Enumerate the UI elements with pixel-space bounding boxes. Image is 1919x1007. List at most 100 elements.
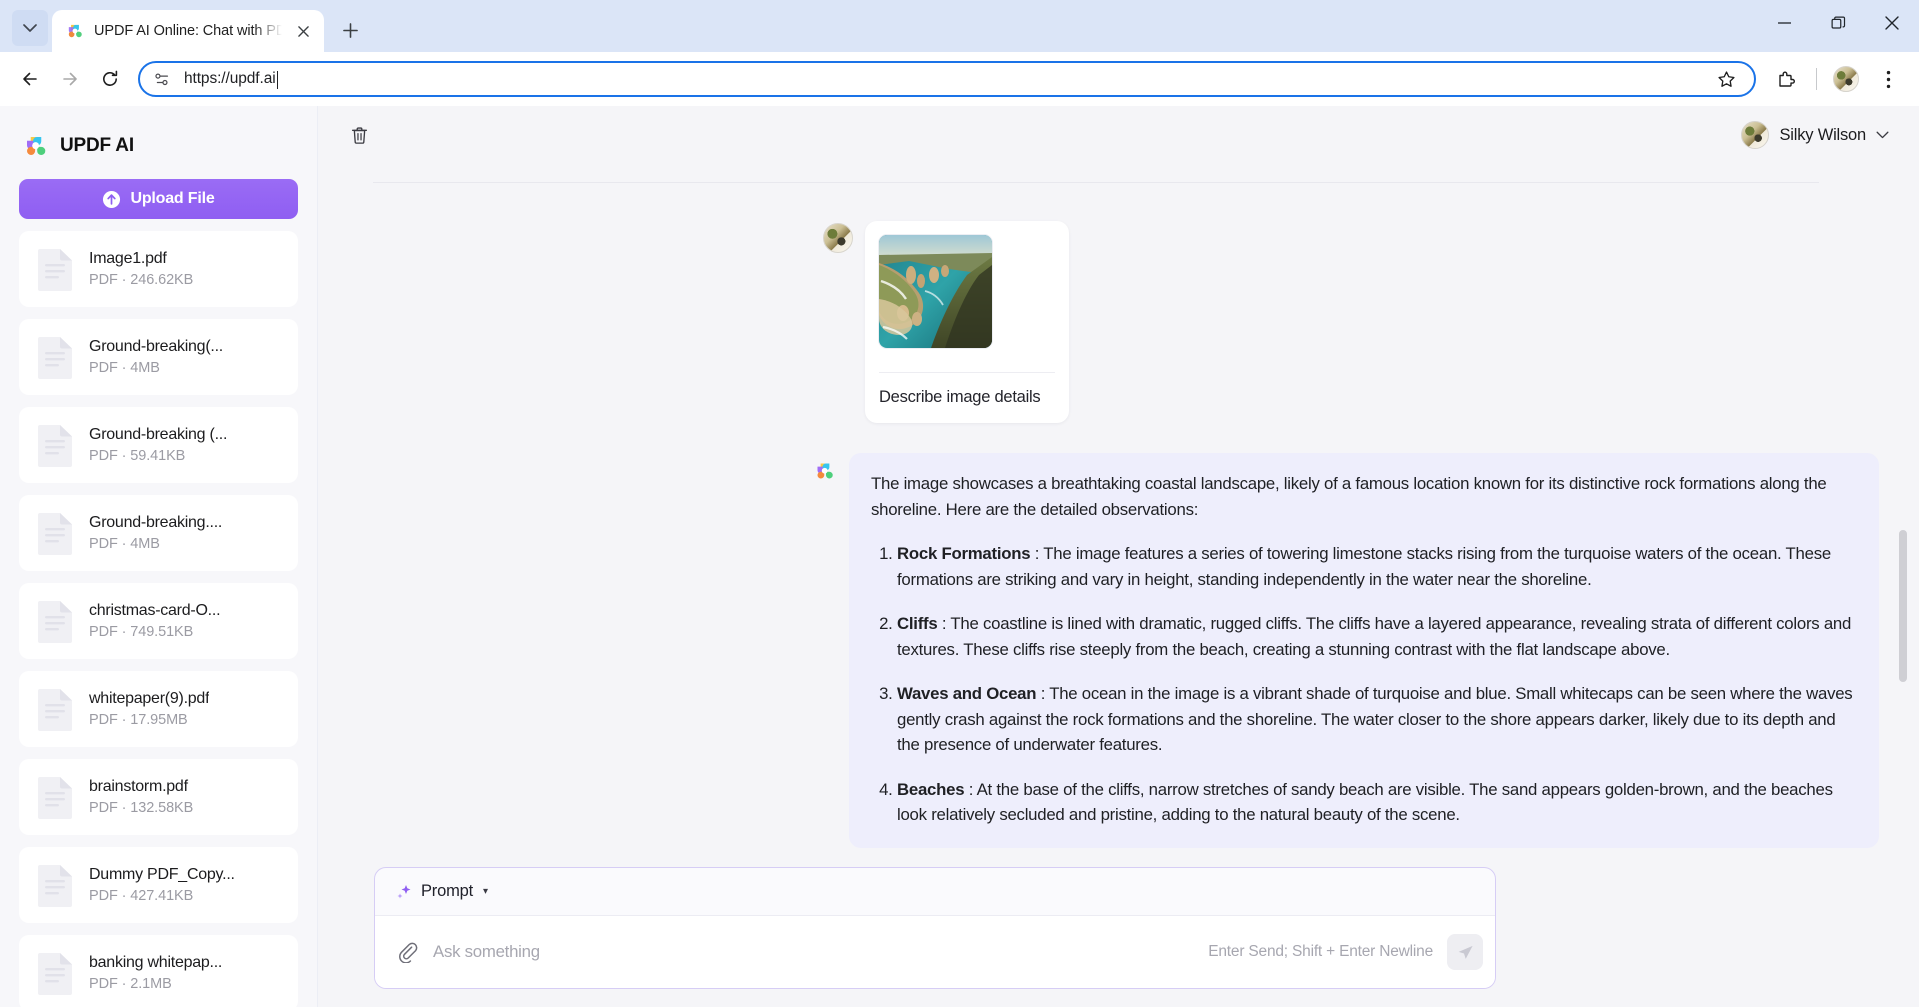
file-list-item[interactable]: Dummy PDF_Copy...PDF · 427.41KB [19, 847, 298, 923]
chat-scroll-area[interactable]: Describe image details [318, 158, 1919, 867]
ai-message: The image showcases a breathtaking coast… [318, 423, 1879, 848]
site-settings-icon[interactable] [152, 69, 172, 89]
brand: UPDF AI [0, 118, 317, 162]
file-meta: whitepaper(9).pdf PDF · 17.95MB [89, 690, 209, 728]
send-button[interactable] [1447, 934, 1483, 970]
file-meta: banking whitepap...PDF · 2.1MB [89, 954, 222, 992]
back-arrow-icon[interactable] [12, 61, 48, 97]
updf-logo-icon [24, 134, 48, 158]
file-name: whitepaper(9).pdf [89, 690, 209, 708]
file-meta: christmas-card-O...PDF · 749.51KB [89, 602, 220, 640]
ai-observation-title: Cliffs [897, 614, 937, 633]
page-body: UPDF AI Upload File Image1.pdfPDF · 246.… [0, 106, 1919, 1007]
reload-icon[interactable] [92, 61, 128, 97]
three-dot-menu-icon[interactable] [1869, 60, 1907, 98]
user-menu[interactable]: Silky Wilson [1737, 117, 1893, 153]
chat-scrollbar[interactable] [1899, 530, 1907, 682]
pdf-file-icon [35, 774, 75, 820]
sparkle-icon [395, 883, 413, 901]
pdf-file-icon [35, 598, 75, 644]
sidebar: UPDF AI Upload File Image1.pdfPDF · 246.… [0, 106, 318, 1007]
composer-area: Prompt ▾ Enter Send; Shift + Enter Newli… [318, 867, 1919, 1007]
ai-observation-item: Waves and Ocean : The ocean in the image… [897, 681, 1857, 758]
file-meta: Ground-breaking(...PDF · 4MB [89, 338, 223, 376]
avatar [1741, 121, 1769, 149]
file-list-item[interactable]: Ground-breaking(...PDF · 4MB [19, 319, 298, 395]
prompt-dropdown[interactable]: Prompt ▾ [395, 882, 488, 901]
brand-name: UPDF AI [60, 135, 134, 157]
file-list-item[interactable]: whitepaper(9).pdf PDF · 17.95MB [19, 671, 298, 747]
ai-observation-body: : The image features a series of towerin… [897, 544, 1831, 589]
composer-input-row: Enter Send; Shift + Enter Newline [375, 916, 1495, 988]
user-name: Silky Wilson [1779, 126, 1866, 145]
file-name: Image1.pdf [89, 250, 193, 268]
file-meta: Ground-breaking....PDF · 4MB [89, 514, 222, 552]
toolbar-divider [1816, 68, 1817, 90]
tab-title: UPDF AI Online: Chat with PDF [94, 23, 282, 39]
new-tab-button[interactable] [332, 12, 368, 48]
file-name: Ground-breaking(... [89, 338, 223, 356]
browser-tab[interactable]: UPDF AI Online: Chat with PDF [52, 10, 324, 52]
maximize-icon[interactable] [1811, 0, 1865, 46]
updf-logo-icon [815, 461, 835, 481]
trash-icon[interactable] [344, 120, 374, 150]
forward-arrow-icon[interactable] [52, 61, 88, 97]
profile-avatar-icon[interactable] [1827, 60, 1865, 98]
ai-observation-item: Beaches : At the base of the cliffs, nar… [897, 777, 1857, 828]
minimize-icon[interactable] [1757, 0, 1811, 46]
file-name: Ground-breaking.... [89, 514, 222, 532]
file-list-item[interactable]: Ground-breaking (... PDF · 59.41KB [19, 407, 298, 483]
file-name: christmas-card-O... [89, 602, 220, 620]
ai-response-bubble: The image showcases a breathtaking coast… [849, 453, 1879, 848]
updf-logo-icon [66, 22, 84, 40]
file-meta: brainstorm.pdfPDF · 132.58KB [89, 778, 193, 816]
file-name: Dummy PDF_Copy... [89, 866, 235, 884]
file-size: PDF · 17.95MB [89, 712, 209, 728]
file-list-item[interactable]: christmas-card-O...PDF · 749.51KB [19, 583, 298, 659]
file-list[interactable]: Image1.pdfPDF · 246.62KB Ground-breaking(… [0, 231, 317, 1007]
url-text: https://updf.ai [184, 70, 1698, 88]
file-meta: Image1.pdfPDF · 246.62KB [89, 250, 193, 288]
file-size: PDF · 59.41KB [89, 448, 227, 464]
pdf-file-icon [35, 686, 75, 732]
close-tab-icon[interactable] [292, 20, 314, 42]
coastal-landscape-thumbnail[interactable] [879, 235, 992, 348]
ask-input[interactable] [433, 942, 1194, 962]
window-controls [1757, 0, 1919, 46]
upload-file-button[interactable]: Upload File [19, 179, 298, 219]
file-list-item[interactable]: Ground-breaking....PDF · 4MB [19, 495, 298, 571]
ai-observation-body: : The ocean in the image is a vibrant sh… [897, 684, 1852, 754]
ai-observation-body: : The coastline is lined with dramatic, … [897, 614, 1851, 659]
upload-file-label: Upload File [130, 190, 214, 208]
pdf-file-icon [35, 950, 75, 996]
user-message-text: Describe image details [879, 373, 1055, 423]
address-bar[interactable]: https://updf.ai [138, 61, 1756, 97]
file-list-item[interactable]: banking whitepap...PDF · 2.1MB [19, 935, 298, 1007]
send-hint: Enter Send; Shift + Enter Newline [1208, 943, 1433, 961]
ai-observation-item: Cliffs : The coastline is lined with dra… [897, 611, 1857, 662]
ai-observation-title: Beaches [897, 780, 964, 799]
file-list-item[interactable]: Image1.pdfPDF · 246.62KB [19, 231, 298, 307]
tab-strip: UPDF AI Online: Chat with PDF [0, 0, 1919, 52]
close-icon[interactable] [1865, 0, 1919, 46]
ai-observation-item: Rock Formations : The image features a s… [897, 541, 1857, 592]
browser-window: UPDF AI Online: Chat with PDF [0, 0, 1919, 1007]
tab-search-button[interactable] [12, 10, 48, 46]
ai-intro-text: The image showcases a breathtaking coast… [871, 471, 1857, 522]
file-name: Ground-breaking (... [89, 426, 227, 444]
file-name: brainstorm.pdf [89, 778, 193, 796]
star-icon[interactable] [1710, 63, 1742, 95]
file-list-item[interactable]: brainstorm.pdfPDF · 132.58KB [19, 759, 298, 835]
chat-messages: Describe image details [318, 182, 1879, 848]
composer: Prompt ▾ Enter Send; Shift + Enter Newli… [374, 867, 1496, 989]
file-meta: Dummy PDF_Copy...PDF · 427.41KB [89, 866, 235, 904]
extensions-icon[interactable] [1768, 60, 1806, 98]
ai-observation-title: Waves and Ocean [897, 684, 1036, 703]
file-name: banking whitepap... [89, 954, 222, 972]
composer-toolbar: Prompt ▾ [375, 868, 1495, 915]
user-message-card[interactable]: Describe image details [865, 221, 1069, 423]
paperclip-icon[interactable] [395, 940, 419, 964]
pdf-file-icon [35, 862, 75, 908]
prompt-label: Prompt [421, 882, 473, 901]
pdf-file-icon [35, 510, 75, 556]
